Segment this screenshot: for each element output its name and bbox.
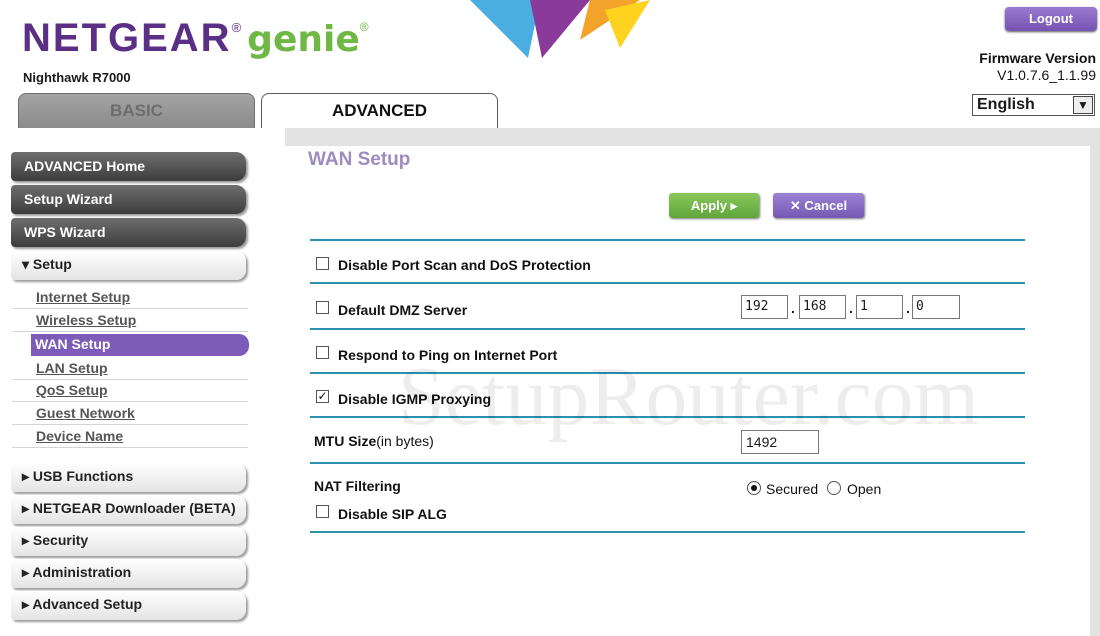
- sip-alg-label: Disable SIP ALG: [338, 506, 447, 522]
- sidebar-item-internet-setup[interactable]: Internet Setup: [12, 287, 248, 309]
- nat-open-label: Open: [847, 481, 882, 497]
- sidebar-item-setup-wizard[interactable]: Setup Wizard: [11, 185, 246, 214]
- sidebar: ADVANCED Home Setup Wizard WPS Wizard ▾ …: [0, 128, 285, 636]
- section-divider: [310, 282, 1025, 284]
- ip-dot: .: [906, 300, 910, 316]
- main-panel: WAN Setup Apply ▸ ✕ Cancel Disable Port …: [285, 146, 1090, 636]
- section-divider: [310, 531, 1025, 533]
- sip-alg-checkbox[interactable]: [316, 505, 329, 518]
- igmp-label: Disable IGMP Proxying: [338, 391, 492, 407]
- apply-button[interactable]: Apply ▸: [669, 193, 759, 218]
- language-select[interactable]: English ▼: [972, 94, 1095, 116]
- ping-label: Respond to Ping on Internet Port: [338, 347, 558, 363]
- mtu-label-text: MTU Size: [314, 433, 377, 449]
- port-scan-checkbox[interactable]: [316, 257, 329, 270]
- section-divider: [310, 462, 1025, 464]
- sidebar-item-advanced-setup[interactable]: ▸ Advanced Setup: [11, 591, 246, 620]
- logo-brand: NETGEAR: [22, 16, 232, 60]
- sidebar-item-wireless-setup[interactable]: Wireless Setup: [12, 310, 248, 332]
- sidebar-item-wps-wizard[interactable]: WPS Wizard: [11, 218, 246, 247]
- page-title: WAN Setup: [308, 149, 411, 170]
- igmp-checkbox[interactable]: ✓: [316, 390, 329, 403]
- chevron-down-icon[interactable]: ▼: [1073, 96, 1093, 114]
- section-divider: [310, 372, 1025, 374]
- sidebar-item-lan-setup[interactable]: LAN Setup: [12, 358, 248, 380]
- sidebar-item-administration[interactable]: ▸ Administration: [11, 559, 246, 588]
- ip-dot: .: [849, 300, 853, 316]
- sidebar-item-wan-setup[interactable]: WAN Setup: [31, 334, 249, 356]
- section-divider: [310, 416, 1025, 418]
- sidebar-item-setup[interactable]: ▾ Setup: [11, 251, 246, 280]
- sidebar-item-netgear-downloader[interactable]: ▸ NETGEAR Downloader (BETA): [11, 495, 246, 524]
- dmz-checkbox[interactable]: [316, 301, 329, 314]
- section-divider: [310, 328, 1025, 330]
- decorative-shapes-icon: [470, 0, 650, 58]
- nat-filtering-label: NAT Filtering: [314, 478, 401, 494]
- sidebar-item-device-name[interactable]: Device Name: [12, 426, 248, 448]
- netgear-genie-logo: NETGEAR® genie®: [22, 16, 369, 61]
- sidebar-item-security[interactable]: ▸ Security: [11, 527, 246, 556]
- router-model: Nighthawk R7000: [23, 70, 131, 85]
- sidebar-item-qos-setup[interactable]: QoS Setup: [12, 380, 248, 402]
- shape-purple: [530, 0, 590, 58]
- tab-advanced[interactable]: ADVANCED: [261, 93, 498, 128]
- header: NETGEAR® genie® Nighthawk R7000 BASIC ADV…: [0, 0, 1100, 128]
- mtu-label-suffix: (in bytes): [376, 433, 434, 449]
- section-divider: [310, 239, 1025, 241]
- dmz-ip-octet-4[interactable]: 0: [912, 295, 960, 319]
- firmware-version: V1.0.7.6_1.1.99: [997, 67, 1096, 83]
- cancel-button[interactable]: ✕ Cancel: [773, 193, 864, 218]
- sidebar-item-advanced-home[interactable]: ADVANCED Home: [11, 152, 246, 181]
- ip-dot: .: [791, 300, 795, 316]
- firmware-label: Firmware Version: [979, 50, 1096, 66]
- sidebar-item-usb-functions[interactable]: ▸ USB Functions: [11, 463, 246, 492]
- registered-mark-genie: ®: [359, 20, 369, 34]
- nat-secured-radio[interactable]: [747, 481, 761, 495]
- nat-secured-label: Secured: [766, 481, 819, 497]
- dmz-ip-octet-1[interactable]: 192: [741, 295, 788, 319]
- ping-checkbox[interactable]: [316, 346, 329, 359]
- mtu-input[interactable]: 1492: [741, 430, 819, 454]
- nat-open-radio[interactable]: [827, 481, 841, 495]
- registered-mark: ®: [231, 20, 242, 35]
- shape-blue: [470, 0, 540, 58]
- mtu-label: MTU Size(in bytes): [314, 433, 434, 449]
- language-value: English: [977, 96, 1035, 113]
- dmz-label: Default DMZ Server: [338, 302, 468, 318]
- dmz-ip-octet-2[interactable]: 168: [799, 295, 846, 319]
- dmz-ip-octet-3[interactable]: 1: [856, 295, 903, 319]
- logo-product: genie: [247, 19, 360, 60]
- port-scan-label: Disable Port Scan and DoS Protection: [338, 257, 591, 273]
- tab-basic[interactable]: BASIC: [18, 93, 255, 128]
- sidebar-item-guest-network[interactable]: Guest Network: [12, 403, 248, 425]
- logout-button[interactable]: Logout: [1005, 7, 1097, 31]
